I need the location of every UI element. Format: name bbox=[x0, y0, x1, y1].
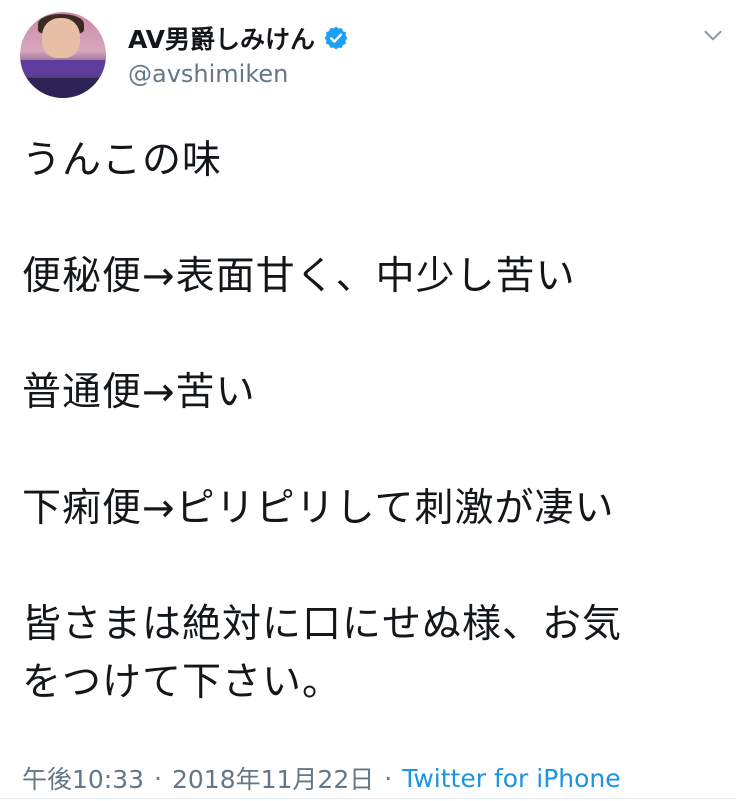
tweet-text-line: うんこの味 bbox=[22, 138, 223, 183]
meta-separator: · bbox=[384, 763, 393, 793]
tweet-text-line: 普通便→苦い bbox=[22, 370, 256, 415]
verified-badge-icon bbox=[324, 26, 348, 50]
tweet-source-link[interactable]: Twitter for iPhone bbox=[402, 764, 620, 793]
meta-separator: · bbox=[154, 763, 162, 793]
tweet-text-line: 下痢便→ピリピリして刺激が凄い bbox=[22, 486, 615, 531]
author-name-row: AV男爵しみけん bbox=[128, 20, 349, 56]
tweet-text-line: 便秘便→表面甘く、中少し苦い bbox=[22, 254, 576, 299]
chevron-down-icon[interactable] bbox=[700, 22, 726, 48]
divider bbox=[0, 798, 736, 799]
avatar-face bbox=[42, 18, 80, 58]
tweet-time[interactable]: 午後10:33 bbox=[22, 760, 144, 796]
tweet-text-line: をつけて下さい。 bbox=[22, 660, 343, 705]
author-display-name[interactable]: AV男爵しみけん bbox=[128, 20, 315, 56]
tweet-meta: 午後10:33 · 2018年11月22日 · Twitter for iPho… bbox=[22, 760, 621, 796]
tweet-text-line: 皆さまは絶対に口にせぬ様、お気 bbox=[22, 602, 623, 647]
tweet-card: AV男爵しみけん @avshimiken うんこの味 便秘便→表面甘く、中少し苦… bbox=[0, 0, 736, 801]
tweet-text: うんこの味 便秘便→表面甘く、中少し苦い 普通便→苦い 下痢便→ピリピリして刺激… bbox=[22, 132, 722, 712]
tweet-date[interactable]: 2018年11月22日 bbox=[172, 760, 374, 796]
author-handle[interactable]: @avshimiken bbox=[128, 60, 288, 88]
avatar-banner bbox=[20, 60, 106, 76]
avatar-banner-lower bbox=[20, 78, 106, 98]
avatar[interactable] bbox=[20, 12, 106, 98]
